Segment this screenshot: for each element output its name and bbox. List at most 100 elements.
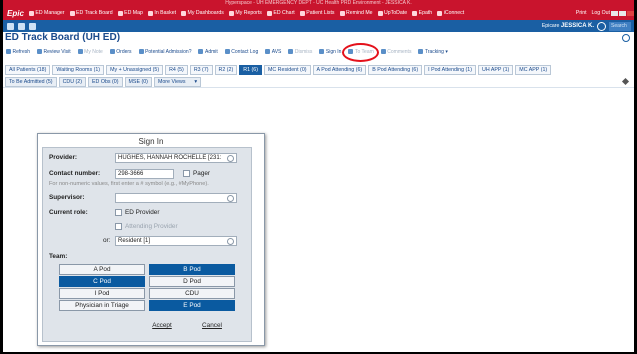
maximize-icon[interactable]: [619, 10, 626, 16]
accept-button[interactable]: Accept: [141, 320, 183, 331]
avs-button[interactable]: AVS: [265, 49, 281, 55]
search-input[interactable]: Search: [609, 21, 631, 31]
avs-icon: [265, 49, 271, 54]
cancel-button[interactable]: Cancel: [191, 320, 233, 331]
menu-iconnect[interactable]: iConnect: [437, 10, 464, 16]
print-button[interactable]: Print: [576, 10, 587, 16]
potential-admission-button[interactable]: Potential Admission?: [138, 49, 191, 55]
team-a-pod-button[interactable]: A Pod: [59, 264, 145, 275]
tab-r3[interactable]: R3 (7): [189, 65, 213, 75]
role-search-icon[interactable]: [227, 238, 234, 245]
menu-in-basket[interactable]: In Basket: [147, 10, 176, 16]
epath-icon: [412, 10, 418, 16]
menu-patient-lists[interactable]: Patient Lists: [299, 10, 335, 16]
dismiss-icon: [288, 49, 294, 54]
team-c-pod-button[interactable]: C Pod: [59, 276, 145, 287]
sign-in-dialog: Sign In Provider: HUGHES, HANNAH ROCHELL…: [37, 133, 265, 346]
pager-checkbox[interactable]: Pager: [183, 170, 210, 177]
more-views-dropdown[interactable]: More Views ▾: [153, 77, 202, 87]
dialog-title: Sign In: [138, 137, 164, 146]
role-field[interactable]: Resident [1]: [115, 236, 237, 246]
tab-r1[interactable]: R1 (6): [239, 65, 262, 75]
my-note-button[interactable]: My Note: [77, 49, 103, 55]
tab-a-pod-attending[interactable]: A Pod Attending (6): [312, 65, 367, 75]
activity-toolbar: Refresh Review Visit My Note Orders Pote…: [3, 46, 634, 57]
sign-in-icon: [319, 49, 325, 54]
ed-provider-checkbox[interactable]: ED Provider: [115, 209, 159, 216]
contact-number-label: Contact number:: [49, 170, 101, 177]
minimize-icon[interactable]: [611, 10, 618, 16]
tab-mc-resident[interactable]: MC Resident (0): [263, 65, 311, 75]
supervisor-label: Supervisor:: [49, 194, 85, 201]
tab-waiting-rooms[interactable]: Waiting Rooms (1): [52, 65, 105, 75]
orders-button[interactable]: Orders: [109, 49, 132, 55]
attending-provider-checkbox[interactable]: Attending Provider: [115, 223, 178, 230]
team-label: Team:: [49, 253, 68, 260]
team-d-pod-button[interactable]: D Pod: [149, 276, 235, 287]
logout-button[interactable]: Log Out: [592, 10, 610, 16]
tab-r4[interactable]: R4 (5): [165, 65, 188, 75]
tab-my-unassigned[interactable]: My + Unassigned (5): [106, 65, 164, 75]
provider-field[interactable]: HUGHES, HANNAH ROCHELLE [231:: [115, 153, 237, 163]
remind-me-icon: [339, 10, 345, 16]
team-cdu-button[interactable]: CDU: [149, 288, 235, 299]
home-icon[interactable]: [7, 22, 14, 30]
menu-remind-me[interactable]: Remind Me: [339, 10, 373, 16]
search-icon[interactable]: [597, 21, 606, 31]
tab-mc-app[interactable]: MC APP (1): [515, 65, 552, 75]
dismiss-button[interactable]: Dismiss: [288, 49, 312, 55]
comments-button[interactable]: Comments: [380, 49, 411, 55]
sign-in-button[interactable]: Sign In: [319, 49, 341, 55]
supervisor-search-icon[interactable]: [227, 195, 234, 202]
refresh-icon: [6, 49, 11, 54]
ed-manager-icon: [28, 10, 34, 16]
pager-checkbox-box: [183, 170, 190, 177]
dialog-body: Provider: HUGHES, HANNAH ROCHELLE [231: …: [42, 147, 252, 342]
tracking-dropdown[interactable]: Tracking ▾: [418, 49, 448, 55]
or-label: or:: [103, 237, 111, 244]
workspace-tab-bar: Epicare JESSICA K. Search: [3, 20, 634, 32]
menu-ed-map[interactable]: ED Map: [117, 10, 143, 16]
close-icon[interactable]: [627, 10, 634, 16]
menu-uptodate[interactable]: UpToDate: [377, 10, 407, 16]
menu-ed-manager[interactable]: ED Manager: [28, 10, 65, 16]
menu-epath[interactable]: Epath: [412, 10, 432, 16]
menu-ed-chart[interactable]: ED Chart: [266, 10, 295, 16]
tab-cdu[interactable]: CDU (2): [58, 77, 86, 87]
team-i-pod-button[interactable]: I Pod: [59, 288, 145, 299]
review-icon: [37, 49, 43, 54]
patient-lists-icon: [299, 10, 305, 16]
menu-my-reports[interactable]: My Reports: [228, 10, 262, 16]
comments-icon: [380, 49, 386, 54]
tab-b-pod-attending[interactable]: B Pod Attending (6): [368, 65, 423, 75]
admit-button[interactable]: Admit: [198, 49, 218, 55]
team-physician-in-triage-button[interactable]: Physician in Triage: [59, 300, 145, 311]
tab-r2[interactable]: R2 (2): [214, 65, 238, 75]
menu-my-dashboards[interactable]: My Dashboards: [181, 10, 224, 16]
help-icon[interactable]: [622, 34, 630, 42]
tab-ed-obs[interactable]: ED Obs (0): [88, 77, 123, 87]
tab-uh-app[interactable]: UH APP (1): [478, 65, 514, 75]
checkmark-icon: [198, 49, 204, 54]
epic-menu-button[interactable]: Epic: [7, 9, 24, 18]
dashboard-icon: [181, 10, 187, 16]
tab-all-patients[interactable]: All Patients (18): [5, 65, 51, 75]
tab-i-pod-attending[interactable]: I Pod Attending (1): [424, 65, 477, 75]
refresh-button[interactable]: Refresh: [6, 49, 30, 55]
provider-search-icon[interactable]: [227, 155, 234, 162]
tracking-icon: [418, 49, 424, 54]
map-icon: [117, 10, 123, 16]
review-visit-button[interactable]: Review Visit: [37, 49, 71, 55]
team-b-pod-button[interactable]: B Pod: [149, 264, 235, 275]
track-board-tab-icon[interactable]: [18, 22, 25, 30]
menu-ed-track-board[interactable]: ED Track Board: [69, 10, 113, 16]
team-e-pod-button[interactable]: E Pod: [149, 300, 235, 311]
ed-provider-checkbox-box: [115, 209, 122, 216]
supervisor-field[interactable]: [115, 193, 237, 203]
tab-mse[interactable]: MSE (0): [124, 77, 152, 87]
contact-number-field[interactable]: 298-3666: [115, 169, 174, 179]
chart-icon: [266, 10, 272, 16]
chat-icon[interactable]: [29, 22, 36, 30]
contact-log-button[interactable]: Contact Log: [224, 49, 258, 55]
tab-to-be-admitted[interactable]: To Be Admitted (5): [5, 77, 57, 87]
